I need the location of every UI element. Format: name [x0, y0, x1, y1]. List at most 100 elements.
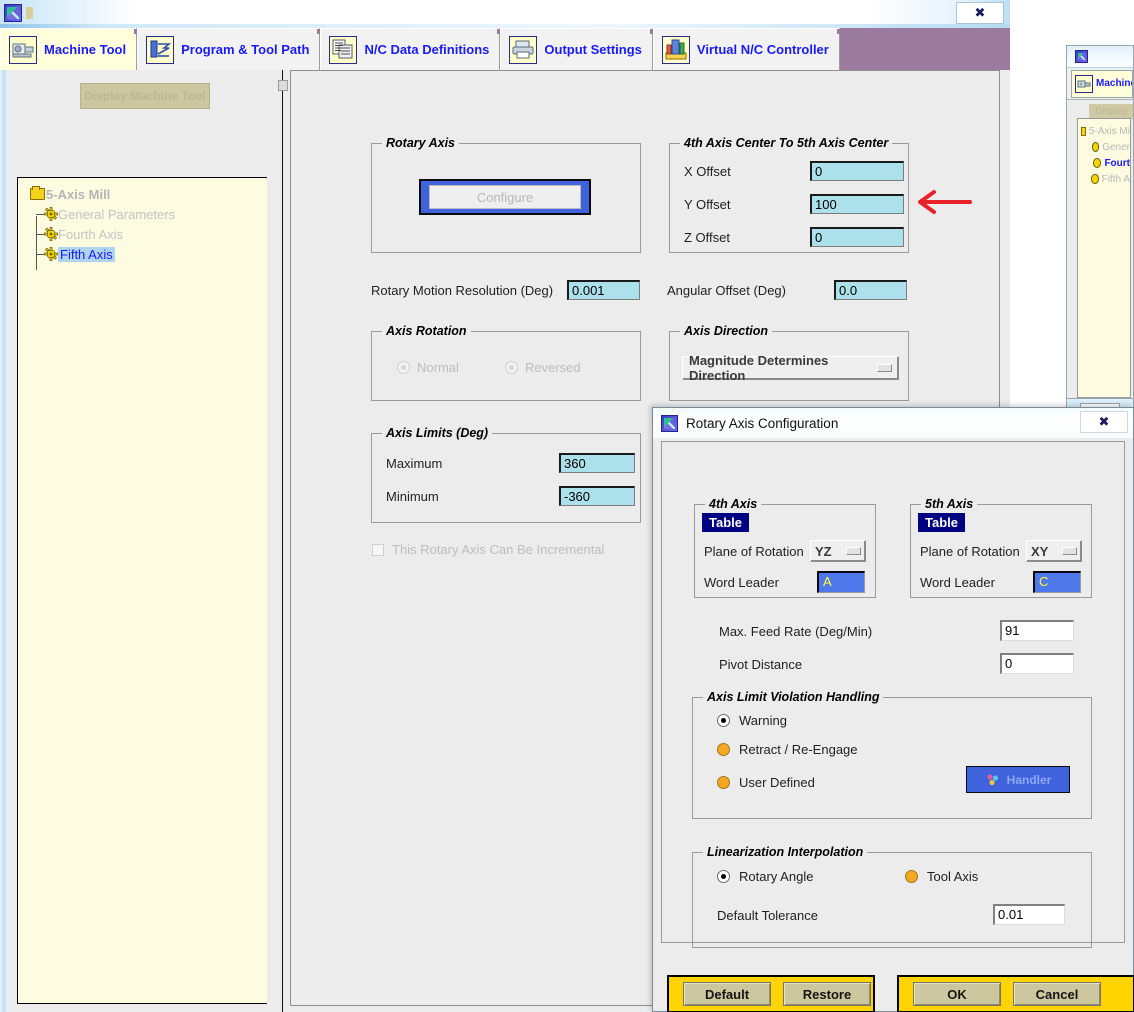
background-display-machine-tool-button[interactable]: Display [1089, 103, 1133, 119]
radio-normal-label: Normal [417, 360, 459, 375]
dialog-button-bar: Default Restore OK Cancel [661, 959, 1134, 1012]
radio-reversed-indicator [505, 361, 518, 374]
radio-normal[interactable]: Normal [397, 360, 459, 375]
tab-machine-tool[interactable]: Machine Tool [0, 28, 138, 70]
dialog-body: 4th Axis Table Plane of Rotation YZ Word… [661, 441, 1125, 948]
main-window-titlebar: ✖ [0, 0, 1010, 26]
fifth-axis-word-leader-label: Word Leader [920, 575, 995, 590]
tab-virtual-nc-controller[interactable]: Virtual N/C Controller [652, 28, 840, 70]
radio-rotary-angle-label: Rotary Angle [739, 869, 814, 884]
maximum-label: Maximum [386, 456, 443, 471]
fifth-axis-group-title: 5th Axis [921, 497, 978, 511]
background-tree-row[interactable]: Gener [1078, 139, 1130, 155]
fourth-axis-word-leader-label: Word Leader [704, 575, 779, 590]
fifth-axis-word-leader-input[interactable]: C [1033, 571, 1081, 593]
minimum-input[interactable]: -360 [559, 486, 635, 506]
display-machine-tool-button[interactable]: Display Machine Tool [80, 83, 210, 109]
chevron-down-icon [846, 547, 861, 555]
radio-tool-axis-label: Tool Axis [927, 869, 979, 884]
configure-button[interactable]: Configure [429, 185, 581, 209]
y-offset-label: Y Offset [684, 197, 731, 212]
fifth-axis-plane-value: XY [1031, 543, 1049, 559]
incremental-checkbox-label: This Rotary Axis Can Be Incremental [392, 542, 605, 557]
x-offset-input[interactable]: 0 [810, 161, 904, 181]
rotary-motion-resolution-input[interactable]: 0.001 [567, 280, 640, 300]
default-button[interactable]: Default [683, 982, 771, 1006]
default-tolerance-input[interactable]: 0.01 [993, 904, 1065, 925]
tree-item-fourth-axis[interactable]: Fourth Axis [18, 224, 267, 244]
tree-item-5-axis-mill[interactable]: 5-Axis Mill [18, 184, 267, 204]
background-tree-row[interactable]: 5-Axis Mi [1078, 123, 1130, 139]
right-button-band: OK Cancel [897, 975, 1134, 1012]
chevron-down-icon [877, 364, 892, 372]
main-window-close-button[interactable]: ✖ [956, 2, 1004, 24]
angular-offset-input[interactable]: 0.0 [834, 280, 907, 300]
cancel-button[interactable]: Cancel [1013, 982, 1101, 1006]
tree-connector [36, 214, 44, 215]
angular-offset-label: Angular Offset (Deg) [667, 283, 786, 298]
max-feed-rate-input[interactable]: 91 [1000, 620, 1074, 641]
maximum-input[interactable]: 360 [559, 453, 635, 473]
fifth-axis-group: 5th Axis Table Plane of Rotation XY Word… [910, 497, 1092, 598]
tab-output-settings[interactable]: Output Settings [500, 28, 653, 70]
machine-tree[interactable]: 5-Axis Mill General Parameters Fourth Ax… [17, 177, 267, 1004]
gear-icon [44, 227, 58, 241]
max-feed-rate-label: Max. Feed Rate (Deg/Min) [719, 624, 873, 639]
radio-user-defined-indicator [717, 776, 730, 789]
fifth-axis-type-tag: Table [918, 513, 965, 532]
radio-warning-label: Warning [739, 713, 787, 728]
fourth-axis-plane-value: YZ [815, 543, 832, 559]
pane-splitter[interactable] [278, 70, 288, 1012]
tab-label: Machine Tool [44, 42, 127, 57]
fourth-axis-plane-dropdown[interactable]: YZ [810, 540, 866, 562]
radio-tool-axis[interactable]: Tool Axis [905, 869, 978, 884]
center-offsets-group-title: 4th Axis Center To 5th Axis Center [680, 136, 893, 150]
tree-item-fifth-axis[interactable]: Fifth Axis [18, 244, 267, 264]
background-tree-label: Fifth A [1101, 173, 1130, 185]
axis-limits-group-title: Axis Limits (Deg) [382, 426, 493, 440]
radio-user-defined[interactable]: User Defined [717, 775, 815, 790]
pivot-distance-label: Pivot Distance [719, 657, 803, 672]
dialog-titlebar: Rotary Axis Configuration ✖ [653, 408, 1133, 438]
background-tab-machine-tool[interactable]: Machine To [1071, 69, 1133, 98]
pivot-distance-input[interactable]: 0 [1000, 653, 1074, 674]
y-offset-input[interactable]: 100 [810, 194, 904, 214]
radio-reversed[interactable]: Reversed [505, 360, 581, 375]
dialog-close-button[interactable]: ✖ [1080, 411, 1128, 433]
splitter-grip[interactable] [278, 80, 288, 91]
radio-normal-indicator [397, 361, 410, 374]
configure-button-focus-ring: Configure [419, 179, 591, 215]
z-offset-input[interactable]: 0 [810, 227, 904, 247]
background-tree[interactable]: 5-Axis Mi Gener Fourt Fifth A [1077, 118, 1131, 398]
ok-button[interactable]: OK [913, 982, 1001, 1006]
nc-data-definitions-icon [329, 35, 358, 64]
minimum-label: Minimum [386, 489, 439, 504]
background-tree-row[interactable]: Fourt [1078, 155, 1130, 171]
restore-button[interactable]: Restore [783, 982, 871, 1006]
fourth-axis-word-leader-input[interactable]: A [817, 571, 865, 593]
folder-icon [30, 186, 45, 200]
radio-rotary-angle[interactable]: Rotary Angle [717, 869, 813, 884]
handler-button[interactable]: Handler [966, 766, 1070, 793]
radio-warning[interactable]: Warning [717, 713, 787, 728]
tab-label: Program & Tool Path [181, 42, 310, 57]
fifth-axis-plane-dropdown[interactable]: XY [1026, 540, 1082, 562]
screen-root: Machine To Display 5-Axis Mi Gener Fourt [0, 0, 1134, 1012]
tabstrip: Machine Tool Program & Tool Path N/C Dat… [0, 28, 1010, 71]
tab-nc-data-definitions[interactable]: N/C Data Definitions [320, 28, 501, 70]
axis-direction-dropdown[interactable]: Magnitude Determines Direction [682, 353, 899, 383]
background-window[interactable]: Machine To Display 5-Axis Mi Gener Fourt [1066, 45, 1134, 425]
tree-item-general-parameters[interactable]: General Parameters [18, 204, 267, 224]
x-offset-label: X Offset [684, 164, 731, 179]
background-tree-row[interactable]: Fifth A [1078, 171, 1130, 187]
dialog-title: Rotary Axis Configuration [686, 415, 839, 431]
tab-program-tool-path[interactable]: Program & Tool Path [137, 28, 321, 70]
center-offsets-group: 4th Axis Center To 5th Axis Center X Off… [669, 136, 909, 253]
incremental-checkbox-row[interactable]: This Rotary Axis Can Be Incremental [372, 542, 604, 557]
radio-retract-reengage[interactable]: Retract / Re-Engage [717, 742, 858, 757]
violation-handling-group-title: Axis Limit Violation Handling [703, 690, 884, 704]
machine-tool-icon [1075, 74, 1093, 93]
incremental-checkbox[interactable] [372, 543, 384, 556]
linearization-group-title: Linearization Interpolation [703, 845, 868, 859]
radio-user-defined-label: User Defined [739, 775, 815, 790]
